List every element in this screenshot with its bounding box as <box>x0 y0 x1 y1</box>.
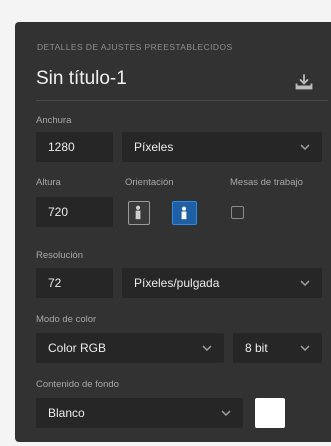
width-unit-select[interactable]: Píxeles <box>122 132 322 162</box>
color-mode-value: Color RGB <box>48 341 107 355</box>
chevron-down-icon <box>300 280 310 286</box>
chevron-down-icon <box>300 345 310 351</box>
artboards-checkbox[interactable] <box>231 206 244 219</box>
resolution-unit-select[interactable]: Píxeles/pulgada <box>122 268 322 298</box>
width-input[interactable]: 1280 <box>36 132 113 162</box>
resolution-label: Resolución <box>36 250 83 261</box>
bit-depth-select[interactable]: 8 bit <box>233 333 322 363</box>
chevron-down-icon <box>300 144 310 150</box>
bit-depth-value: 8 bit <box>245 341 268 355</box>
chevron-down-icon <box>202 345 212 351</box>
resolution-input[interactable]: 72 <box>36 268 113 298</box>
artboards-label: Mesas de trabajo <box>230 177 303 188</box>
title-underline <box>36 100 328 101</box>
height-label: Altura <box>36 177 61 188</box>
height-input[interactable]: 720 <box>36 197 113 227</box>
orientation-label: Orientación <box>125 177 174 188</box>
portrait-person-icon <box>135 205 141 220</box>
width-label: Anchura <box>36 115 72 126</box>
background-contents-value: Blanco <box>48 406 85 420</box>
color-mode-select[interactable]: Color RGB <box>36 333 224 363</box>
orientation-portrait-button[interactable] <box>128 201 150 225</box>
width-unit-value: Píxeles <box>134 140 174 154</box>
save-preset-icon[interactable] <box>295 74 313 90</box>
panel-header: DETALLES DE AJUSTES PREESTABLECIDOS <box>37 42 233 52</box>
background-contents-label: Contenido de fondo <box>36 379 119 390</box>
landscape-person-icon <box>181 206 187 220</box>
resolution-unit-value: Píxeles/pulgada <box>134 276 220 290</box>
preset-details-panel: DETALLES DE AJUSTES PREESTABLECIDOS Sin … <box>15 22 331 442</box>
background-color-swatch[interactable] <box>255 398 285 428</box>
document-title-input[interactable]: Sin título-1 <box>36 68 276 90</box>
chevron-down-icon <box>221 410 231 416</box>
background-contents-select[interactable]: Blanco <box>36 398 243 428</box>
color-mode-label: Modo de color <box>36 314 97 325</box>
orientation-landscape-button[interactable] <box>172 201 197 225</box>
